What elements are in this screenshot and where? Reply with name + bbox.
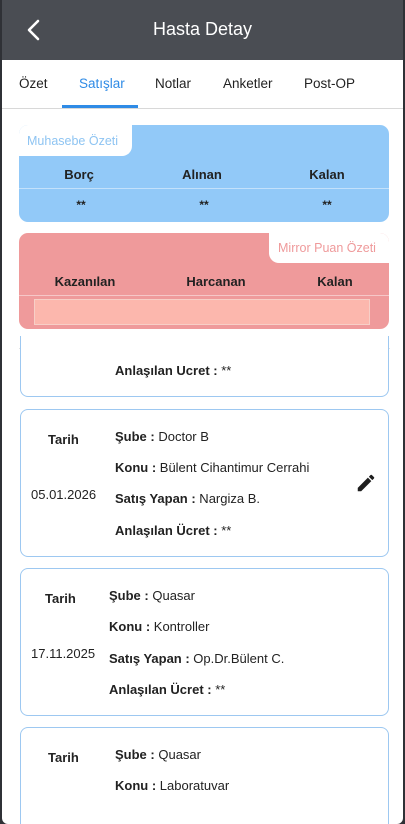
mirror-row-divider <box>19 295 389 296</box>
mirror-header-kazanilan: Kazanılan <box>54 274 116 289</box>
screen: Hasta Detay Özet Satışlar Notlar Anketle… <box>2 0 403 824</box>
mirror-points-title: Mirror Puan Özeti <box>278 241 376 255</box>
seller-label: Satış Yapan : <box>109 651 190 666</box>
agreed-fee-label: Anlaşılan Ücret : <box>115 523 218 538</box>
seller-text: Satış Yapan : Nargiza B. <box>115 491 260 506</box>
accounting-header-kalan: Kalan <box>309 167 345 182</box>
agreed-fee-value: ** <box>211 682 226 697</box>
seller-value: Nargiza B. <box>195 491 260 506</box>
tab-ozet[interactable]: Özet <box>19 76 48 91</box>
branch-value: Quasar <box>148 588 195 603</box>
tab-notlar[interactable]: Notlar <box>155 76 191 91</box>
edit-button[interactable] <box>355 472 377 494</box>
topic-label: Konu : <box>115 460 157 475</box>
accounting-summary-tag: Muhasebe Özeti <box>19 125 132 156</box>
agreed-fee-text: Anlaşılan Ücret : ** <box>115 523 231 538</box>
agreed-fee-value: ** <box>217 363 232 378</box>
topic-label: Konu : <box>109 619 151 634</box>
tab-post-op[interactable]: Post-OP <box>304 76 355 91</box>
pencil-icon <box>357 474 375 492</box>
sale-card[interactable]: Tarih 17.11.2025 Şube : Quasar Konu : Ko… <box>20 568 389 716</box>
branch-label: Şube : <box>109 588 149 603</box>
branch-text: Şube : Quasar <box>115 747 201 762</box>
active-tab-indicator <box>62 105 138 108</box>
mirror-points-tag: Mirror Puan Özeti <box>269 233 389 263</box>
agreed-fee-text: Anlaşılan Ücret : ** <box>109 682 225 697</box>
agreed-fee-value: ** <box>217 523 232 538</box>
topic-value: Laboratuvar <box>156 778 230 793</box>
accounting-row-divider <box>19 188 389 189</box>
sale-card[interactable]: Tarih Şube : Quasar Konu : Laboratuvar <box>20 727 389 824</box>
topic-value: Bülent Cihantimur Cerrahi <box>156 460 310 475</box>
branch-value: Doctor B <box>154 429 209 444</box>
date-value: 05.01.2026 <box>31 487 97 502</box>
seller-text: Satış Yapan : Op.Dr.Bülent C. <box>109 651 284 666</box>
tab-bar: Özet Satışlar Notlar Anketler Post-OP <box>2 60 403 109</box>
agreed-fee-label: Anlaşılan Ücret : <box>109 682 212 697</box>
accounting-summary-title: Muhasebe Özeti <box>27 134 119 148</box>
branch-label: Şube : <box>115 429 155 444</box>
agreed-fee-text: Anlaşılan Ucret : ** <box>115 363 231 378</box>
seller-label: Satış Yapan : <box>115 491 196 506</box>
topic-text: Konu : Kontroller <box>109 619 209 634</box>
date-label: Tarih <box>48 432 79 447</box>
date-label: Tarih <box>45 591 76 606</box>
topic-text: Konu : Bülent Cihantimur Cerrahi <box>115 460 309 475</box>
topic-text: Konu : Laboratuvar <box>115 778 229 793</box>
tab-satislar[interactable]: Satışlar <box>79 76 125 91</box>
accounting-value-alinan: ** <box>199 198 209 212</box>
accounting-header-alinan: Alınan <box>182 167 222 182</box>
branch-text: Şube : Quasar <box>109 588 195 603</box>
topic-label: Konu : <box>115 778 157 793</box>
sale-card[interactable]: Anlaşılan Ucret : ** <box>20 336 389 397</box>
accounting-summary-card: Muhasebe Özeti Borç Alınan Kalan ** ** *… <box>19 125 389 222</box>
agreed-fee-label: Anlaşılan Ucret : <box>115 363 218 378</box>
mirror-values-row <box>34 299 370 325</box>
branch-text: Şube : Doctor B <box>115 429 209 444</box>
app-bar: Hasta Detay <box>2 0 403 60</box>
branch-label: Şube : <box>115 747 155 762</box>
date-value: 17.11.2025 <box>31 646 96 661</box>
page-title: Hasta Detay <box>152 19 253 39</box>
mirror-points-card: Mirror Puan Özeti Kazanılan Harcanan Kal… <box>19 233 389 329</box>
tab-anketler[interactable]: Anketler <box>223 76 273 91</box>
mirror-header-kalan: Kalan <box>317 274 353 289</box>
sale-card[interactable]: Tarih 05.01.2026 Şube : Doctor B Konu : … <box>20 409 389 557</box>
branch-value: Quasar <box>154 747 201 762</box>
accounting-value-borc: ** <box>76 198 86 212</box>
accounting-value-kalan: ** <box>322 198 332 212</box>
accounting-header-borc: Borç <box>64 167 94 182</box>
mirror-header-harcanan: Harcanan <box>186 274 246 289</box>
seller-value: Op.Dr.Bülent C. <box>189 651 285 666</box>
date-label: Tarih <box>48 750 79 765</box>
topic-value: Kontroller <box>150 619 210 634</box>
